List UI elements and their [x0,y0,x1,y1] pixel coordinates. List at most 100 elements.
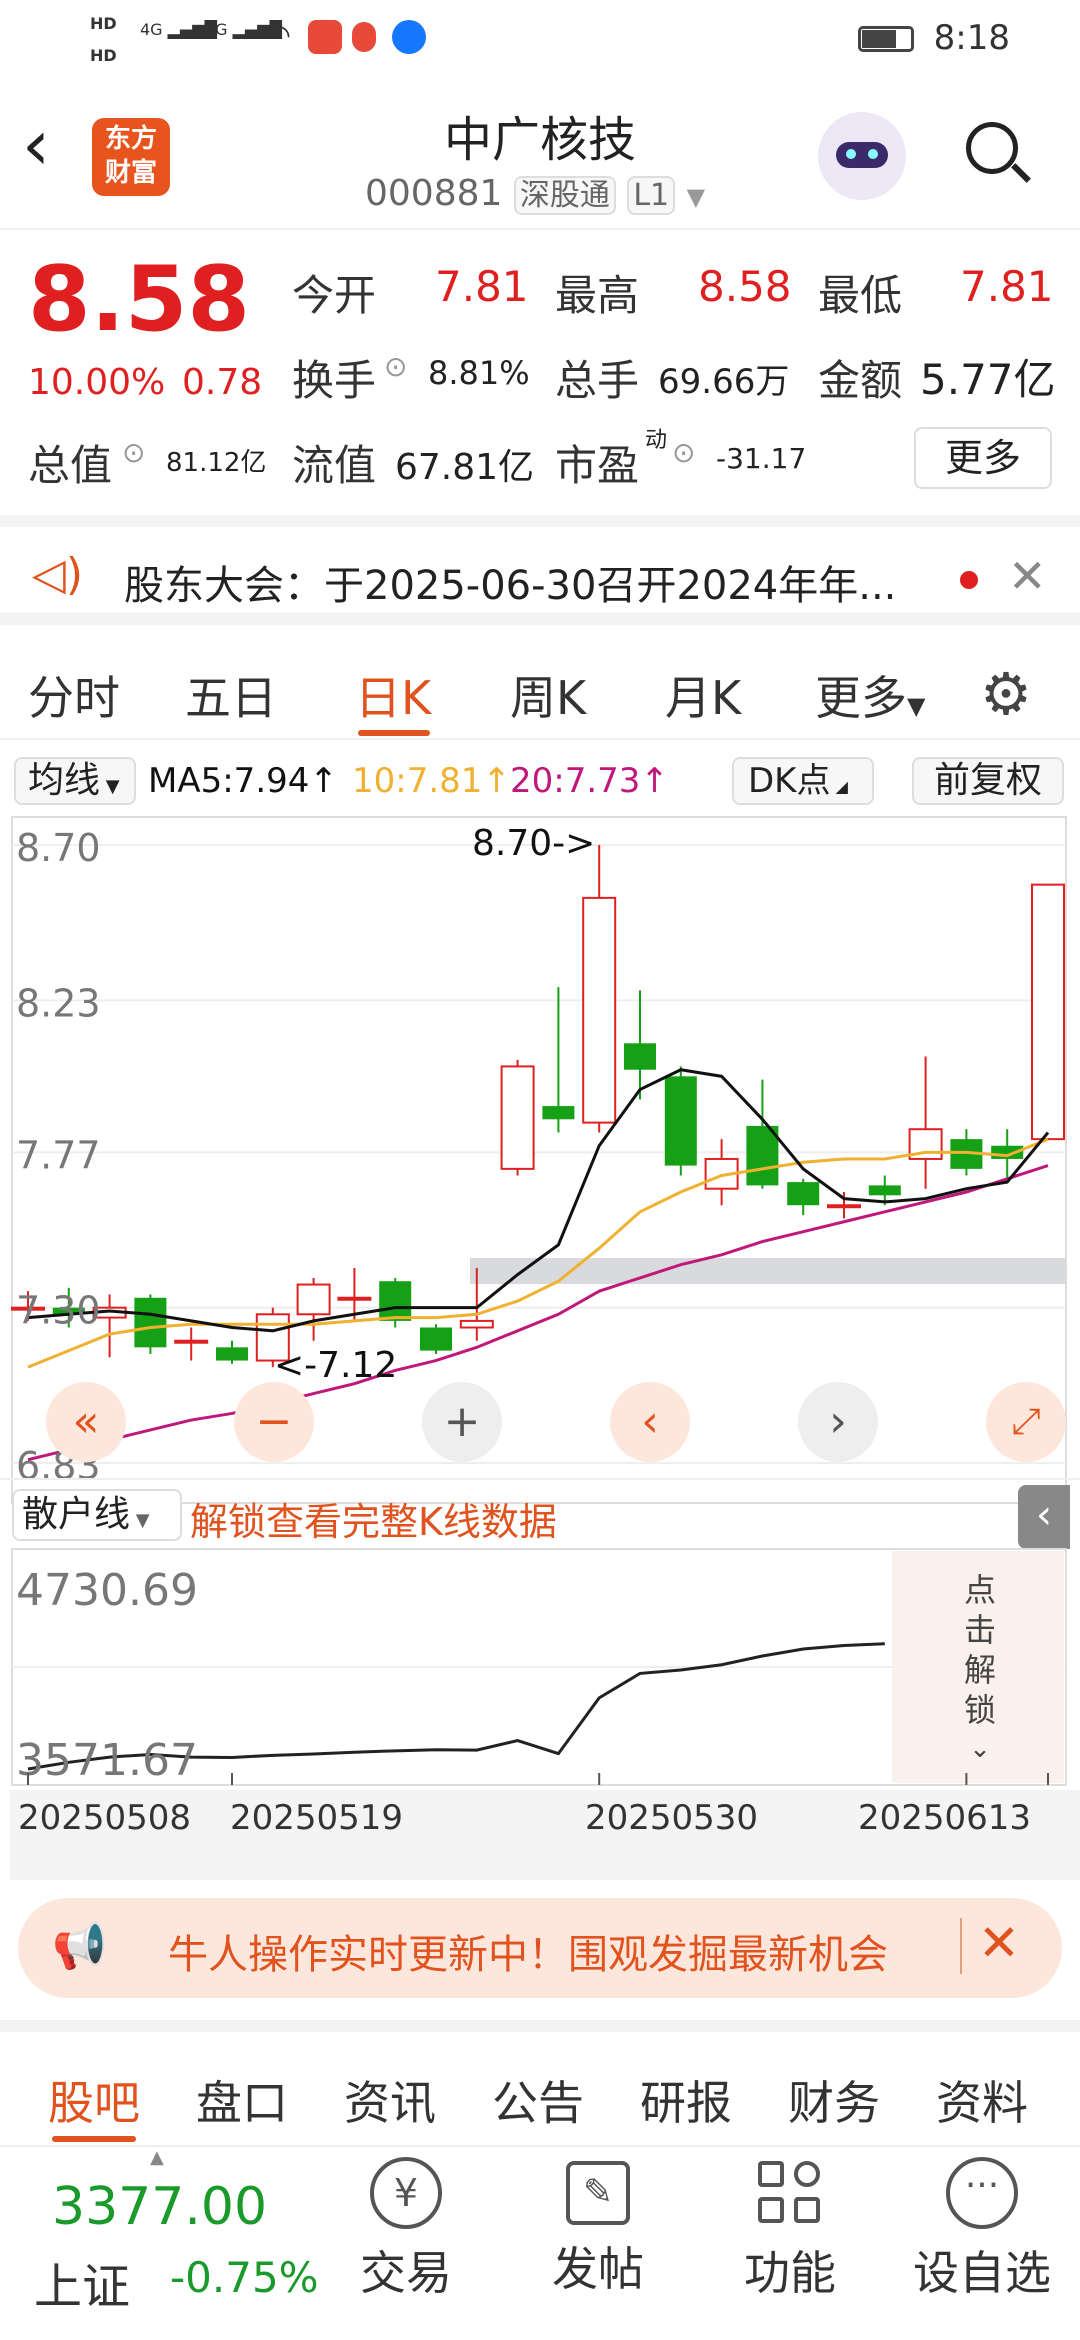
hd-icon-1: HD [90,14,117,33]
hd-icon-2: HD [90,46,117,65]
collapse-panel-icon[interactable]: ‹ [1018,1485,1070,1549]
candle-body-down [542,1106,575,1120]
nav-post[interactable]: ✎ 发帖 [518,2157,678,2299]
stock-code: 000881 [365,173,503,214]
current-price: 8.58 [28,247,251,352]
clock: 8:18 [933,18,1010,58]
level-badge: L1 [627,176,676,215]
candle-body-up [459,1319,494,1329]
retail-y-top: 4730.69 [16,1565,198,1616]
tab-news[interactable]: 资讯 [344,2067,436,2133]
more-dots-icon: ··· [946,2157,1018,2229]
announcement-bar[interactable]: ◁) 股东大会：于2025-06-30召开2024年年... ✕ [0,515,1080,625]
tab-monthly-k[interactable]: 月K [665,662,741,728]
speaker-icon: ◁) [32,549,84,600]
unlock-char-1: 点 [964,1571,996,1609]
robot-assistant-icon[interactable] [818,112,906,200]
fast-back-icon[interactable]: « [46,1382,126,1462]
nav-functions[interactable]: 功能 [710,2157,870,2303]
shenzhen-connect-badge: 深股通 [513,176,616,215]
low-label: 最低 [818,271,903,320]
unlock-char-4: 锁 [964,1691,996,1729]
tab-more[interactable]: 更多▼ [815,662,925,728]
pe-label: 市盈 [555,441,640,490]
nav-add-watchlist[interactable]: ··· 设自选 [902,2157,1062,2303]
step-left-icon[interactable]: ‹ [610,1382,690,1462]
settings-gear-icon[interactable]: ⚙ [980,660,1032,728]
high-label: 最高 [555,271,640,320]
x-axis-label-bar: 20250508 20250519 20250530 20250613 [10,1790,1080,1880]
open-label: 今开 [292,271,377,320]
app-notification-icon-3 [392,20,426,54]
index-change: -0.75% [170,2253,319,2302]
y-tick-label: 7.30 [16,1289,101,1333]
step-right-icon[interactable]: › [798,1382,878,1462]
ma10-legend: 10:7.81↑ [352,761,511,801]
chevron-down-icon: ⌄ [969,1734,991,1764]
app-notification-icon [308,20,342,54]
zoom-in-icon[interactable]: + [422,1382,502,1462]
adjust-select[interactable]: 前复权 [912,757,1064,805]
turnover-label: 换手 [292,356,377,405]
close-icon[interactable]: ✕ [978,1914,1020,1972]
retail-line-chart[interactable]: 4730.69 3571.67 点 击 解 锁 ⌄ [0,1547,1080,1787]
y-tick-label: 8.23 [16,981,101,1025]
grid-apps-icon [754,2157,826,2229]
index-value[interactable]: 3377.00 [52,2177,267,2237]
close-icon[interactable]: ✕ [1008,549,1047,603]
candle-body-up [1031,883,1065,1141]
tab-forum[interactable]: 股吧 [48,2067,140,2133]
volume-label: 总手 [555,356,640,405]
fullscreen-icon[interactable]: ⤢ [986,1382,1066,1462]
x-label: 20250519 [230,1798,404,1838]
tab-profile[interactable]: 资料 [936,2067,1028,2133]
unlock-kline-link[interactable]: 解锁查看完整K线数据 [190,1491,557,1546]
active-tab-indicator [52,2136,136,2142]
low-value: 7.81 [960,262,1054,311]
status-bar: HD HD 4G ▂▄▆█ 4G ▂▄▆█ ◠ 8:18 [0,0,1080,80]
pe-dynamic-mark: 动 [645,428,668,453]
volume-value: 69.66万 [658,362,790,402]
candle-body-down [420,1327,452,1351]
tab-intraday[interactable]: 分时 [28,662,120,728]
search-icon[interactable] [966,122,1031,183]
tab-order-book[interactable]: 盘口 [196,2067,288,2133]
candle-body-down [868,1185,901,1196]
retail-y-bottom: 3571.67 [16,1735,198,1786]
info-icon[interactable]: ⊙ [122,436,145,469]
x-label: 20250508 [18,1798,192,1838]
ma-select[interactable]: 均线 ▼ [14,757,136,805]
x-label: 20250530 [585,1798,759,1838]
tab-weekly-k[interactable]: 周K [510,662,586,728]
candle-body-down [624,1043,656,1070]
tab-financials[interactable]: 财务 [788,2067,880,2133]
expand-up-icon[interactable]: ▲ [150,2147,164,2168]
y-tick-label: 8.70 [16,826,101,870]
retail-line-select[interactable]: 散户线 ▼ [12,1489,182,1541]
nav-trade[interactable]: ¥ 交易 [326,2157,486,2303]
ma20-legend: 20:7.73↑ [510,761,669,801]
candle-body-up [337,1296,372,1301]
tab-announcements[interactable]: 公告 [492,2067,584,2133]
tab-daily-k[interactable]: 日K [355,662,431,728]
amount-value: 5.77亿 [920,355,1056,404]
period-tabs: 分时 五日 日K 周K 月K 更多▼ ⚙ [0,630,1080,740]
tab-research[interactable]: 研报 [640,2067,732,2133]
app-notification-icon-2 [352,22,376,52]
info-icon[interactable]: ⊙ [672,436,695,469]
candle-body-up [296,1283,331,1316]
info-icon[interactable]: ⊙ [384,350,407,383]
promo-banner[interactable]: 📢 牛人操作实时更新中！围观发掘最新机会 ✕ [18,1898,1062,1998]
turnover-value: 8.81% [428,354,530,392]
announcement-text: 股东大会：于2025-06-30召开2024年年... [124,563,897,609]
unlock-char-3: 解 [964,1651,996,1689]
candle-body-down [664,1076,697,1166]
zoom-out-icon[interactable]: − [234,1382,314,1462]
candle-body-down [787,1182,820,1206]
tab-five-day[interactable]: 五日 [185,662,277,728]
stock-code-row[interactable]: 000881 深股通 L1 ▼ [365,170,705,215]
dk-point-select[interactable]: DK点 ◢ [732,757,874,805]
candle-body-down [379,1281,412,1321]
change-percent: 10.00% [28,362,166,403]
more-button[interactable]: 更多 [914,427,1052,489]
